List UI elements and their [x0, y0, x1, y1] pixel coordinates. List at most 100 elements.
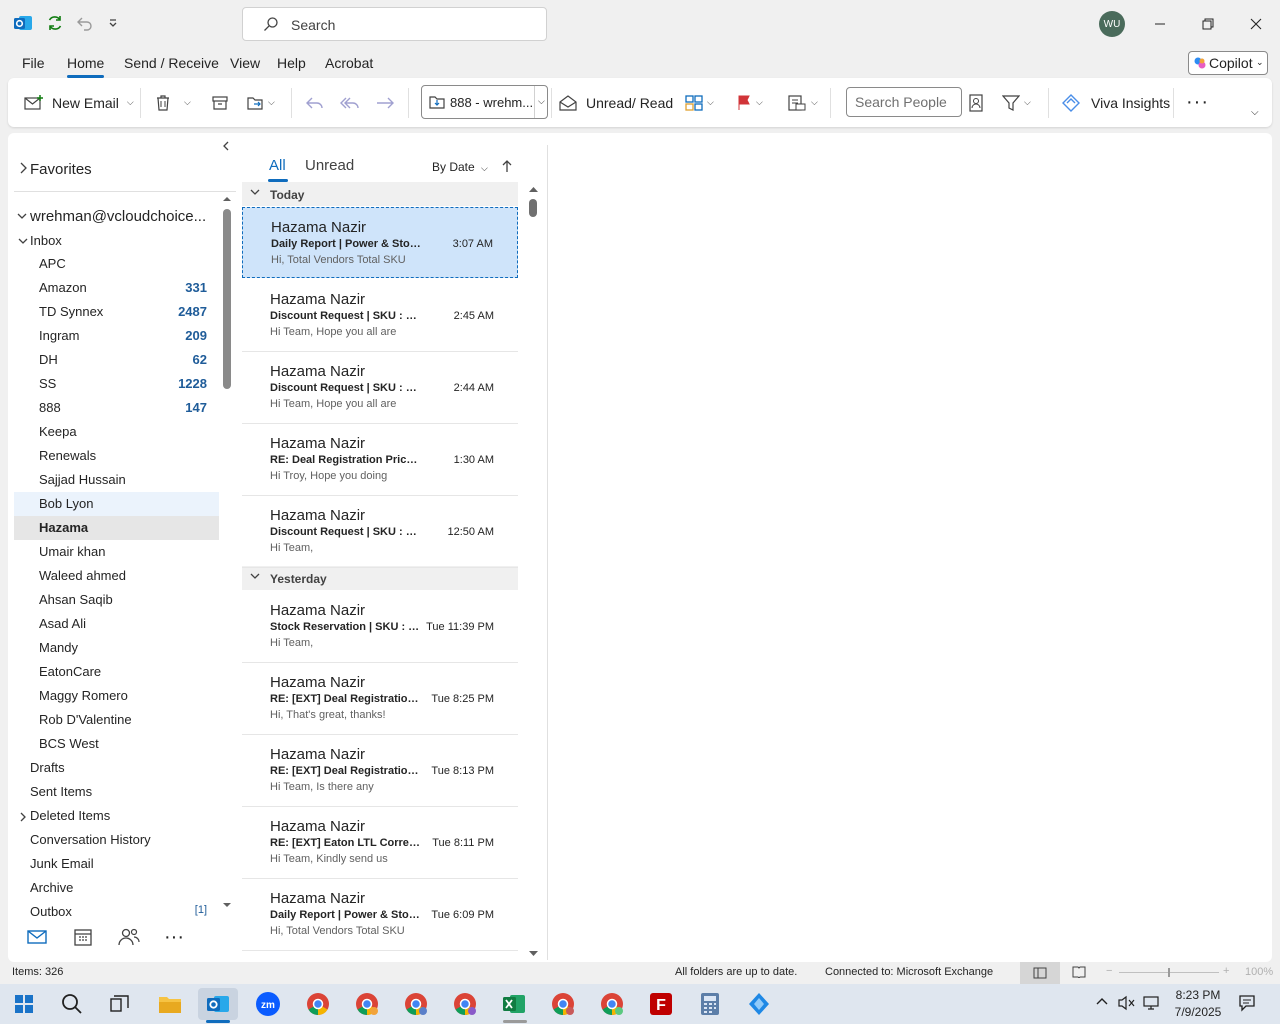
- folder-item[interactable]: Junk Email: [14, 852, 219, 876]
- folder-item[interactable]: Renewals: [14, 444, 219, 468]
- chevron-down-icon[interactable]: ⌵: [127, 97, 134, 108]
- calendar-icon[interactable]: [73, 927, 93, 947]
- folder-item[interactable]: APC: [14, 252, 219, 276]
- folder-item[interactable]: Umair khan: [14, 540, 219, 564]
- chrome-profile-icon[interactable]: [543, 988, 583, 1020]
- folder-item[interactable]: Conversation History: [14, 828, 219, 852]
- zoom-app-icon[interactable]: zm: [248, 988, 288, 1020]
- menu-view[interactable]: View: [230, 55, 260, 71]
- remote-app-icon[interactable]: [739, 988, 779, 1020]
- folder-scrollbar[interactable]: [222, 195, 232, 910]
- folder-item[interactable]: Asad Ali: [14, 612, 219, 636]
- address-book-button[interactable]: [968, 78, 984, 127]
- reply-button[interactable]: [305, 78, 325, 127]
- rules-button[interactable]: ⌵: [787, 78, 818, 127]
- folder-item[interactable]: Amazon 331: [14, 276, 219, 300]
- menu-file[interactable]: File: [22, 55, 45, 71]
- folder-item[interactable]: Mandy: [14, 636, 219, 660]
- follow-up-button[interactable]: ⌵: [736, 78, 763, 127]
- windows-start-icon[interactable]: [4, 988, 44, 1020]
- chevron-down-icon[interactable]: ⌵: [1024, 97, 1031, 108]
- zoom-slider-thumb[interactable]: [1168, 968, 1170, 977]
- scroll-up-icon[interactable]: [223, 195, 231, 203]
- chevron-right-icon[interactable]: [18, 160, 28, 176]
- menu-help[interactable]: Help: [277, 55, 306, 71]
- folder-item[interactable]: Drafts: [14, 756, 219, 780]
- chevron-up-icon[interactable]: [1095, 996, 1109, 1006]
- folder-item[interactable]: Archive: [14, 876, 219, 900]
- chevron-down-icon[interactable]: ⌵: [756, 97, 763, 108]
- chrome-profile-icon[interactable]: [396, 988, 436, 1020]
- message-item[interactable]: Hazama Nazir Daily Report | Power & Stor.…: [242, 879, 518, 951]
- chrome-icon[interactable]: [298, 988, 338, 1020]
- excel-icon[interactable]: [494, 988, 534, 1020]
- task-view-icon[interactable]: [100, 988, 140, 1020]
- chevron-down-icon[interactable]: ⌵: [707, 97, 714, 108]
- restore-icon[interactable]: [1196, 12, 1220, 36]
- reading-view-icon[interactable]: [1072, 966, 1086, 978]
- calculator-icon[interactable]: [690, 988, 730, 1020]
- search-input[interactable]: Search: [242, 7, 547, 41]
- message-item[interactable]: Hazama Nazir RE: [EXT] Deal Registration …: [242, 663, 518, 735]
- forward-button[interactable]: [375, 78, 395, 127]
- chevron-right-icon[interactable]: [18, 810, 28, 824]
- message-item[interactable]: Hazama Nazir Discount Request | SKU : S..…: [242, 280, 518, 352]
- zoom-out-icon[interactable]: −: [1106, 965, 1112, 977]
- collapse-folder-pane-button[interactable]: [221, 140, 231, 152]
- archive-button[interactable]: [211, 78, 229, 127]
- mail-icon[interactable]: [26, 928, 48, 946]
- menu-acrobat[interactable]: Acrobat: [325, 55, 373, 71]
- folder-item[interactable]: Sajjad Hussain: [14, 468, 219, 492]
- minimize-icon[interactable]: [1148, 12, 1172, 36]
- folder-item[interactable]: Rob D'Valentine: [14, 708, 219, 732]
- chevron-down-icon[interactable]: ⌵: [184, 97, 191, 108]
- scroll-thumb[interactable]: [529, 199, 537, 217]
- sort-dropdown[interactable]: By Date ⌵: [432, 160, 488, 174]
- chevron-down-icon[interactable]: ⌵: [268, 97, 275, 108]
- tab-unread[interactable]: Unread: [305, 157, 354, 174]
- notifications-icon[interactable]: [1238, 994, 1256, 1012]
- delete-button[interactable]: ⌵: [154, 78, 191, 127]
- sync-icon[interactable]: [42, 10, 68, 36]
- folder-item[interactable]: BCS West: [14, 732, 219, 756]
- chrome-profile-icon[interactable]: [592, 988, 632, 1020]
- message-list-scrollbar[interactable]: [528, 185, 538, 960]
- folder-item[interactable]: DH 62: [14, 348, 219, 372]
- message-item[interactable]: Hazama Nazir Discount Request | SKU : S..…: [242, 352, 518, 424]
- chevron-down-icon[interactable]: ⌵: [811, 97, 818, 108]
- sort-direction-icon[interactable]: [501, 159, 513, 173]
- filter-email-button[interactable]: ⌵: [1002, 78, 1031, 127]
- chrome-profile-icon[interactable]: [347, 988, 387, 1020]
- chevron-down-icon[interactable]: ⌵: [538, 96, 545, 107]
- file-explorer-icon[interactable]: [150, 988, 190, 1020]
- close-icon[interactable]: [1244, 12, 1268, 36]
- tab-all[interactable]: All: [269, 157, 286, 174]
- folder-item[interactable]: Hazama: [14, 516, 219, 540]
- avatar[interactable]: WU: [1099, 11, 1125, 37]
- zoom-in-icon[interactable]: +: [1223, 965, 1229, 977]
- new-email-button[interactable]: New Email ⌵: [24, 78, 134, 127]
- scroll-thumb[interactable]: [223, 209, 231, 389]
- unread-read-button[interactable]: Unread/ Read: [558, 78, 673, 127]
- undo-icon[interactable]: [72, 10, 98, 36]
- customize-toolbar-icon[interactable]: [100, 10, 126, 36]
- folder-item[interactable]: SS 1228: [14, 372, 219, 396]
- message-item[interactable]: Hazama Nazir Discount Request | SKU : S..…: [242, 496, 518, 568]
- clock-date[interactable]: 7/9/2025: [1170, 1005, 1226, 1019]
- people-icon[interactable]: [118, 927, 140, 947]
- scroll-down-icon[interactable]: [223, 901, 231, 909]
- chevron-down-icon[interactable]: [16, 210, 28, 222]
- menu-send-receive[interactable]: Send / Receive: [124, 55, 219, 71]
- group-header-yesterday[interactable]: Yesterday: [242, 566, 518, 590]
- more-options-button[interactable]: ···: [1186, 78, 1209, 127]
- folder-item[interactable]: Ahsan Saqib: [14, 588, 219, 612]
- account-header[interactable]: wrehman@vcloudchoice...: [30, 208, 215, 225]
- message-item[interactable]: Hazama Nazir RE: [EXT] Deal Registration …: [242, 735, 518, 807]
- message-item[interactable]: Hazama Nazir Stock Reservation | SKU : S.…: [242, 591, 518, 663]
- chevron-down-icon[interactable]: [17, 235, 29, 247]
- folder-item[interactable]: Maggy Romero: [14, 684, 219, 708]
- folder-item[interactable]: Waleed ahmed: [14, 564, 219, 588]
- inbox-folder[interactable]: Inbox: [30, 233, 62, 248]
- chrome-profile-icon[interactable]: [445, 988, 485, 1020]
- folder-item[interactable]: Ingram 209: [14, 324, 219, 348]
